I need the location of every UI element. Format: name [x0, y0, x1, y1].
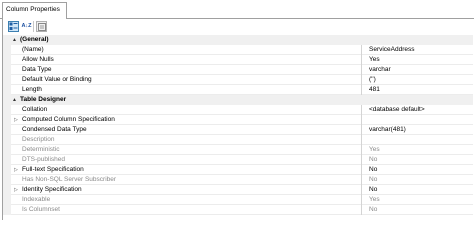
row-gutter: [3, 135, 11, 145]
property-row[interactable]: Length 481: [3, 85, 473, 95]
property-row[interactable]: Data Type varchar: [3, 65, 473, 75]
category-label: (General): [20, 36, 49, 43]
property-name: Computed Column Specification: [22, 115, 362, 125]
property-value[interactable]: varchar: [369, 65, 473, 75]
row-gutter: [3, 195, 11, 205]
alphabetical-sort-icon[interactable]: A↓Z: [21, 21, 32, 32]
property-name: Has Non-SQL Server Subscriber: [22, 175, 362, 185]
property-name: Full-text Specification: [22, 165, 362, 175]
category-general[interactable]: ▲ (General): [3, 35, 473, 45]
expand-icon[interactable]: ▷: [14, 115, 18, 125]
category-label: Table Designer: [20, 96, 67, 103]
property-value[interactable]: Yes: [369, 195, 473, 205]
property-name: Is Columnset: [22, 205, 362, 215]
property-row[interactable]: Description: [3, 135, 473, 145]
row-gutter: [3, 165, 11, 175]
property-name: Condensed Data Type: [22, 125, 362, 135]
property-name: Allow Nulls: [22, 55, 362, 65]
property-value[interactable]: varchar(481): [369, 125, 473, 135]
property-value[interactable]: Yes: [369, 145, 473, 155]
property-value[interactable]: No: [369, 185, 473, 195]
property-row[interactable]: DTS-published No: [3, 155, 473, 165]
property-name: Description: [22, 135, 362, 145]
tab-strip: Column Properties: [0, 0, 474, 19]
row-gutter: [3, 85, 11, 95]
property-name: DTS-published: [22, 155, 362, 165]
property-row[interactable]: Default Value or Binding (''): [3, 75, 473, 85]
column-properties-panel: A↓Z ▲ (General) (Name) ServiceAddress Allo…: [2, 19, 473, 220]
property-name: Default Value or Binding: [22, 75, 362, 85]
property-row[interactable]: ▷ Identity Specification No: [3, 185, 473, 195]
property-name: Indexable: [22, 195, 362, 205]
collapse-icon[interactable]: ▲: [12, 95, 17, 105]
property-value[interactable]: (''): [369, 75, 473, 85]
property-name: Identity Specification: [22, 185, 362, 195]
row-gutter: [3, 145, 11, 155]
property-row[interactable]: Deterministic Yes: [3, 145, 473, 155]
row-gutter: [3, 105, 11, 115]
row-gutter: [3, 155, 11, 165]
property-name: Length: [22, 85, 362, 95]
property-value[interactable]: No: [369, 165, 473, 175]
property-row[interactable]: (Name) ServiceAddress: [3, 45, 473, 55]
property-value[interactable]: ServiceAddress: [369, 45, 473, 55]
row-gutter: [3, 75, 11, 85]
category-table-designer[interactable]: ▲ Table Designer: [3, 95, 473, 105]
property-name: Collation: [22, 105, 362, 115]
property-value[interactable]: No: [369, 175, 473, 185]
property-row[interactable]: Collation <database default>: [3, 105, 473, 115]
row-gutter: [3, 205, 11, 215]
property-row[interactable]: Indexable Yes: [3, 195, 473, 205]
property-toolbar: A↓Z: [3, 19, 473, 35]
property-grid: ▲ (General) (Name) ServiceAddress Allow Nu…: [3, 35, 473, 215]
row-gutter: [3, 175, 11, 185]
property-value[interactable]: [369, 135, 473, 145]
row-gutter: [3, 45, 11, 55]
expand-icon[interactable]: ▷: [14, 185, 18, 195]
row-gutter: [3, 125, 11, 135]
property-row[interactable]: ▷ Computed Column Specification: [3, 115, 473, 125]
property-pages-icon-glyph: [37, 22, 46, 31]
property-value[interactable]: <database default>: [369, 105, 473, 115]
row-gutter: [3, 55, 11, 65]
row-gutter: [3, 115, 11, 125]
property-name: (Name): [22, 45, 362, 55]
toolbar-separator: [33, 21, 34, 32]
property-value[interactable]: [369, 115, 473, 125]
row-gutter: [3, 65, 11, 75]
categorized-icon[interactable]: [8, 21, 19, 32]
property-row[interactable]: Has Non-SQL Server Subscriber No: [3, 175, 473, 185]
property-name: Deterministic: [22, 145, 362, 155]
property-value[interactable]: Yes: [369, 55, 473, 65]
property-row[interactable]: ▷ Full-text Specification No: [3, 165, 473, 175]
row-gutter: [3, 185, 11, 195]
property-pages-icon[interactable]: [36, 21, 47, 32]
categorized-icon-glyph: [9, 22, 18, 30]
property-row[interactable]: Is Columnset No: [3, 205, 473, 215]
collapse-icon[interactable]: ▲: [12, 35, 17, 45]
expand-icon[interactable]: ▷: [14, 165, 18, 175]
property-value[interactable]: 481: [369, 85, 473, 95]
property-row[interactable]: Allow Nulls Yes: [3, 55, 473, 65]
property-value[interactable]: No: [369, 205, 473, 215]
tab-column-properties[interactable]: Column Properties: [2, 2, 67, 19]
property-value[interactable]: No: [369, 155, 473, 165]
property-row[interactable]: Condensed Data Type varchar(481): [3, 125, 473, 135]
property-name: Data Type: [22, 65, 362, 75]
